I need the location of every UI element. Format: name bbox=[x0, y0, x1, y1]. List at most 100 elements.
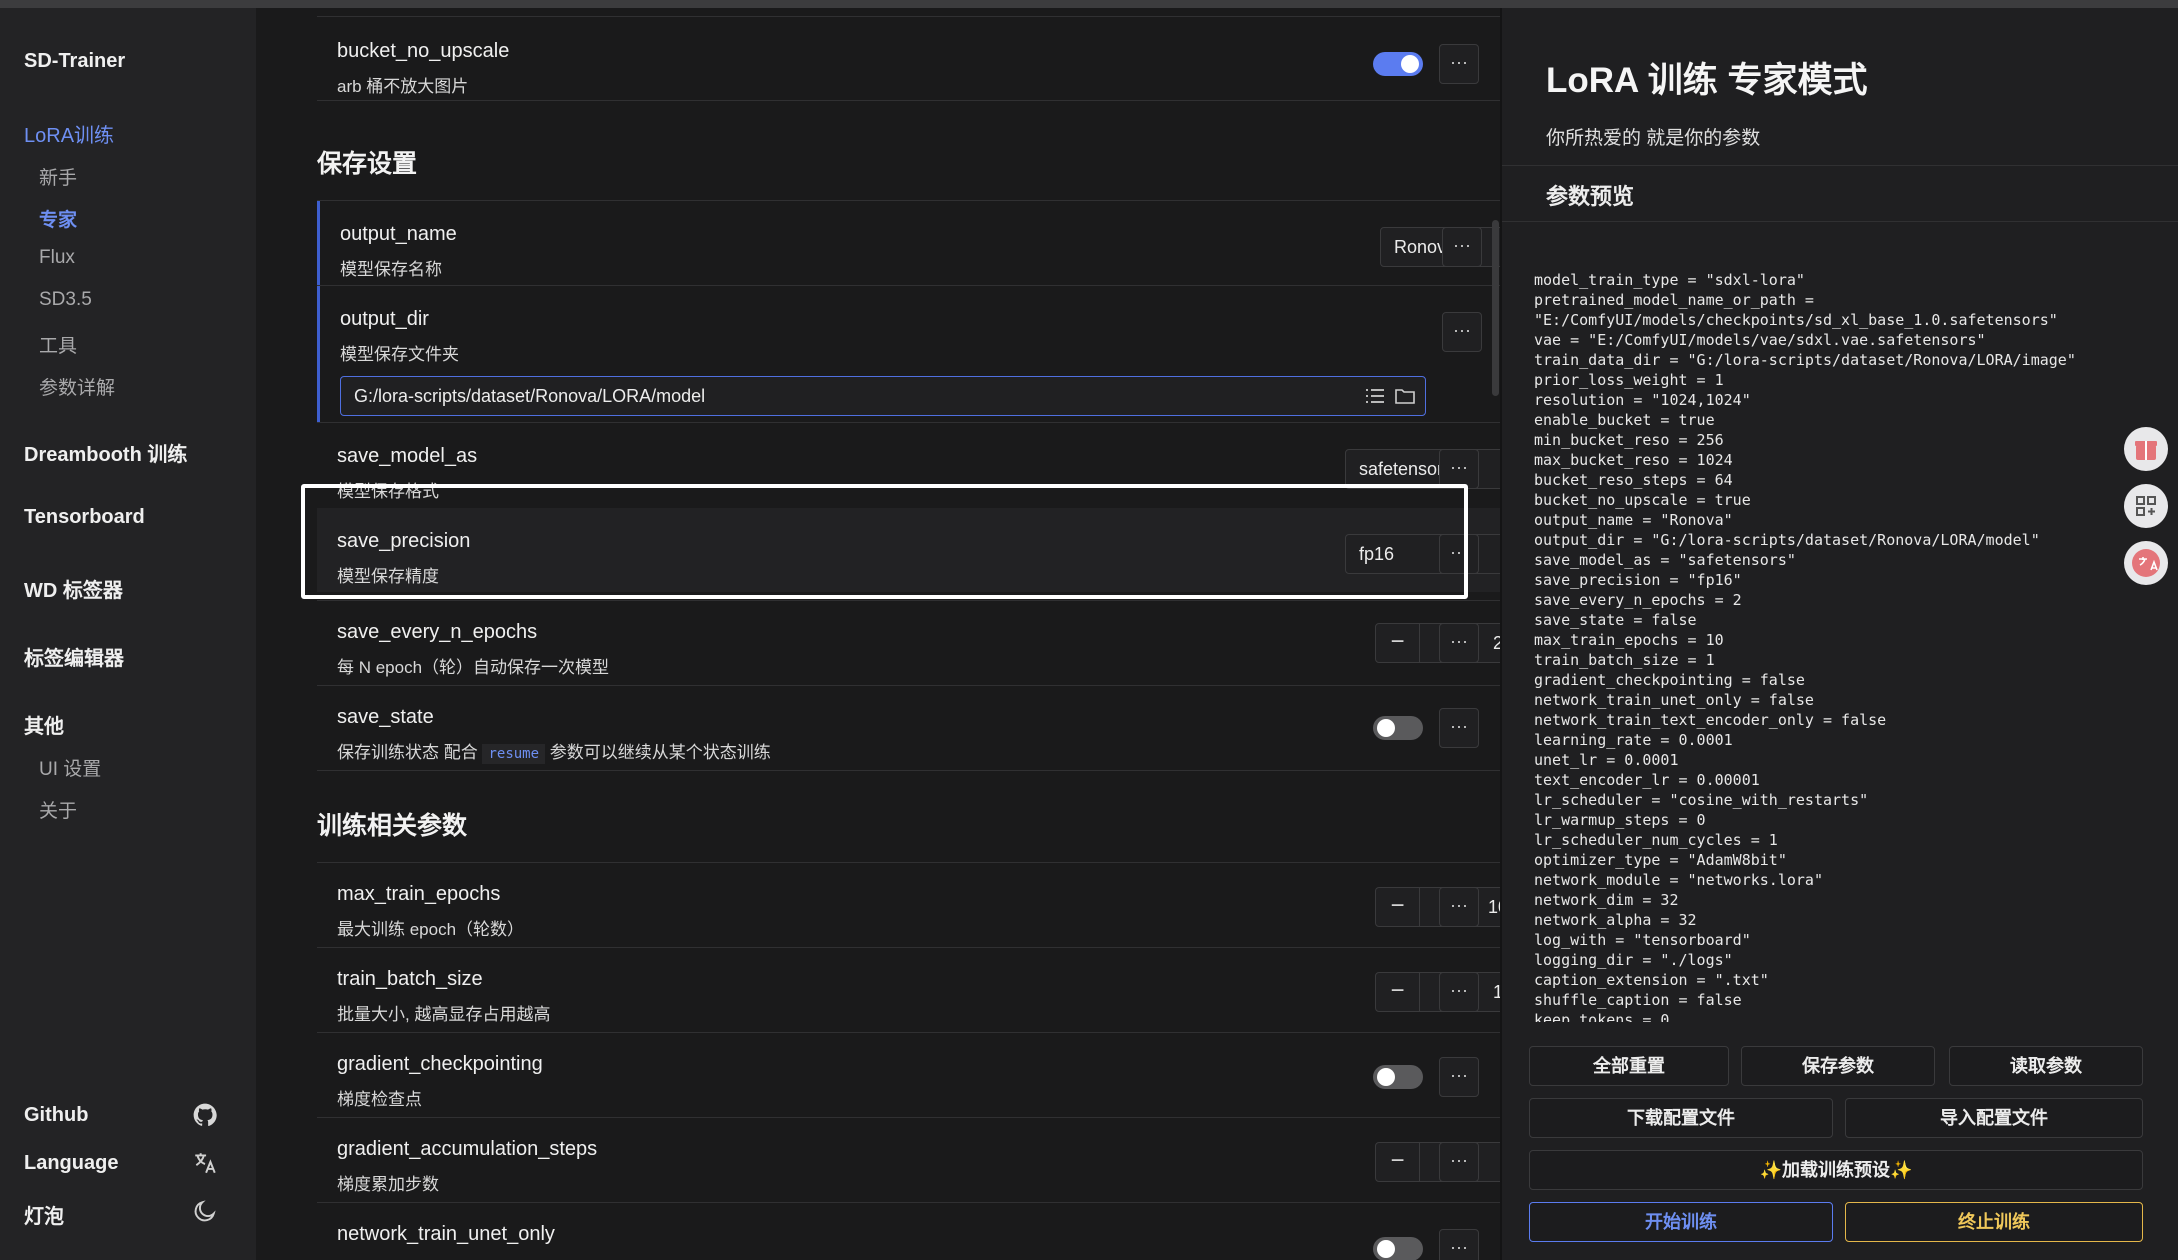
more-button[interactable]: ··· bbox=[1439, 708, 1479, 748]
config-line: enable_bucket = true bbox=[1534, 411, 1715, 429]
sidebar-item-wd-tagger[interactable]: WD 标签器 bbox=[24, 574, 123, 603]
app-brand[interactable]: SD-Trainer bbox=[24, 50, 125, 73]
main-form: bucket_no_upscale arb 桶不放大图片 ··· 保存设置 ou… bbox=[256, 8, 1500, 1260]
config-line: unet_lr = 0.0001 bbox=[1534, 751, 1679, 769]
config-line: keep_tokens = 0 bbox=[1534, 1011, 1670, 1022]
config-line: optimizer_type = "AdamW8bit" bbox=[1534, 851, 1787, 869]
param-row-max-train-epochs: max_train_epochs 最大训练 epoch（轮数） − 10 + ·… bbox=[317, 863, 1500, 947]
sidebar-item-other[interactable]: 其他 bbox=[24, 710, 64, 739]
param-row-train-batch-size: train_batch_size 批量大小, 越高显存占用越高 − 1 + ··… bbox=[317, 948, 1500, 1032]
github-icon[interactable] bbox=[192, 1102, 218, 1128]
sidebar-item-tensorboard[interactable]: Tensorboard bbox=[24, 506, 145, 529]
main-scrollbar[interactable] bbox=[1492, 220, 1499, 396]
train-batch-size-stepper[interactable]: − 1 + bbox=[1375, 972, 1500, 1012]
more-button[interactable]: ··· bbox=[1439, 887, 1479, 927]
more-button[interactable]: ··· bbox=[1439, 623, 1479, 663]
chat-icon-glyph bbox=[2132, 549, 2160, 577]
language-switch[interactable]: Language bbox=[24, 1152, 118, 1175]
reset-all-button[interactable]: 全部重置 bbox=[1529, 1046, 1729, 1086]
config-preview[interactable]: model_train_type = "sdxl-lora" pretrained… bbox=[1534, 270, 2144, 1022]
config-line: max_train_epochs = 10 bbox=[1534, 631, 1724, 649]
more-button[interactable]: ··· bbox=[1442, 227, 1482, 267]
preview-heading: 参数预览 bbox=[1546, 184, 1635, 209]
gift-icon[interactable] bbox=[2124, 427, 2168, 471]
output-name-input[interactable]: Ronova bbox=[1380, 227, 1500, 267]
apps-icon-glyph bbox=[2136, 496, 2156, 516]
sidebar-item-param-details[interactable]: 参数详解 bbox=[39, 373, 115, 400]
github-link[interactable]: Github bbox=[24, 1104, 88, 1127]
param-desc: 最大训练 epoch（轮数） bbox=[337, 920, 525, 939]
output-dir-input[interactable]: G:/lora-scripts/dataset/Ronova/LORA/mode… bbox=[340, 376, 1426, 416]
sidebar-item-dreambooth[interactable]: Dreambooth 训练 bbox=[24, 438, 187, 467]
max-train-epochs-stepper[interactable]: − 10 + bbox=[1375, 887, 1500, 927]
sidebar-item-beginner[interactable]: 新手 bbox=[39, 163, 77, 190]
param-desc: 梯度累加步数 bbox=[337, 1175, 439, 1194]
folder-icon[interactable] bbox=[1395, 387, 1415, 405]
sidebar-item-sd35[interactable]: SD3.5 bbox=[39, 289, 92, 311]
desc-text: 保存训练状态 配合 bbox=[337, 743, 478, 762]
sidebar-item-ui-settings[interactable]: UI 设置 bbox=[39, 754, 101, 781]
decrement-button[interactable]: − bbox=[1376, 973, 1420, 1011]
chat-icon[interactable] bbox=[2124, 541, 2168, 585]
param-desc: 每 N epoch（轮）自动保存一次模型 bbox=[337, 658, 610, 677]
param-name: output_dir bbox=[340, 308, 429, 330]
param-row-output-name: output_name 模型保存名称 Ronova ··· bbox=[317, 201, 1500, 285]
decrement-button[interactable]: − bbox=[1376, 888, 1420, 926]
config-line: vae = "E:/ComfyUI/models/vae/sdxl.vae.sa… bbox=[1534, 331, 1986, 349]
param-row-gradient-accumulation-steps: gradient_accumulation_steps 梯度累加步数 − + ·… bbox=[317, 1118, 1500, 1202]
sidebar-item-expert[interactable]: 专家 bbox=[39, 205, 77, 232]
save-params-button[interactable]: 保存参数 bbox=[1741, 1046, 1935, 1086]
section-title-save: 保存设置 bbox=[317, 150, 418, 178]
more-button[interactable]: ··· bbox=[1439, 972, 1479, 1012]
sidebar-item-lora[interactable]: LoRA训练 bbox=[24, 119, 114, 148]
load-preset-button[interactable]: ✨加载训练预设✨ bbox=[1529, 1150, 2143, 1190]
config-line: shuffle_caption = false bbox=[1534, 991, 1742, 1009]
config-line: network_dim = 32 bbox=[1534, 891, 1679, 909]
config-line: logging_dir = "./logs" bbox=[1534, 951, 1733, 969]
network-train-unet-only-toggle[interactable] bbox=[1373, 1237, 1423, 1260]
more-button[interactable]: ··· bbox=[1439, 1229, 1479, 1260]
config-line: gradient_checkpointing = false bbox=[1534, 671, 1805, 689]
import-config-button[interactable]: 导入配置文件 bbox=[1845, 1098, 2143, 1138]
gradient-checkpointing-toggle[interactable] bbox=[1373, 1065, 1423, 1089]
param-name: gradient_accumulation_steps bbox=[337, 1138, 598, 1160]
more-button[interactable]: ··· bbox=[1439, 1142, 1479, 1182]
more-button[interactable]: ··· bbox=[1439, 1057, 1479, 1097]
translate-icon[interactable] bbox=[192, 1150, 218, 1176]
more-button[interactable]: ··· bbox=[1439, 449, 1479, 489]
save-state-toggle[interactable] bbox=[1373, 716, 1423, 740]
divider bbox=[317, 100, 1500, 101]
config-line: train_data_dir = "G:/lora-scripts/datase… bbox=[1534, 351, 2076, 369]
apps-icon[interactable] bbox=[2124, 484, 2168, 528]
sidebar-item-flux[interactable]: Flux bbox=[39, 247, 75, 269]
download-config-button[interactable]: 下载配置文件 bbox=[1529, 1098, 1833, 1138]
decrement-button[interactable]: − bbox=[1376, 1143, 1420, 1181]
decrement-button[interactable]: − bbox=[1376, 624, 1420, 662]
save-every-n-epochs-stepper[interactable]: − 2 + bbox=[1375, 623, 1500, 663]
config-line: caption_extension = ".txt" bbox=[1534, 971, 1769, 989]
sidebar-item-about[interactable]: 关于 bbox=[39, 796, 77, 823]
config-line: save_every_n_epochs = 2 bbox=[1534, 591, 1742, 609]
moon-icon[interactable] bbox=[192, 1198, 218, 1224]
config-line: "E:/ComfyUI/models/checkpoints/sd_xl_bas… bbox=[1534, 311, 2058, 329]
panel-subtitle: 你所热爱的 就是你的参数 bbox=[1546, 128, 1761, 149]
more-button[interactable]: ··· bbox=[1442, 312, 1482, 352]
config-line: model_train_type = "sdxl-lora" bbox=[1534, 271, 1805, 289]
gift-icon-glyph bbox=[2135, 441, 2157, 460]
load-params-button[interactable]: 读取参数 bbox=[1949, 1046, 2143, 1086]
param-desc: 模型保存文件夹 bbox=[340, 345, 459, 364]
config-line: log_with = "tensorboard" bbox=[1534, 931, 1751, 949]
bucket-no-upscale-toggle[interactable] bbox=[1373, 52, 1423, 76]
start-training-button[interactable]: 开始训练 bbox=[1529, 1202, 1833, 1242]
sidebar-item-tag-editor[interactable]: 标签编辑器 bbox=[24, 642, 124, 671]
param-desc: 模型保存名称 bbox=[340, 260, 442, 279]
list-icon[interactable] bbox=[1365, 387, 1385, 405]
param-row-gradient-checkpointing: gradient_checkpointing 梯度检查点 ··· bbox=[317, 1033, 1500, 1117]
stop-training-button[interactable]: 终止训练 bbox=[1845, 1202, 2143, 1242]
sidebar-item-tools[interactable]: 工具 bbox=[39, 331, 77, 358]
theme-toggle[interactable]: 灯泡 bbox=[24, 1200, 64, 1229]
gradient-accumulation-steps-stepper[interactable]: − + bbox=[1375, 1142, 1500, 1182]
config-line: resolution = "1024,1024" bbox=[1534, 391, 1751, 409]
param-name: network_train_unet_only bbox=[337, 1223, 555, 1245]
more-button[interactable]: ··· bbox=[1439, 44, 1479, 84]
